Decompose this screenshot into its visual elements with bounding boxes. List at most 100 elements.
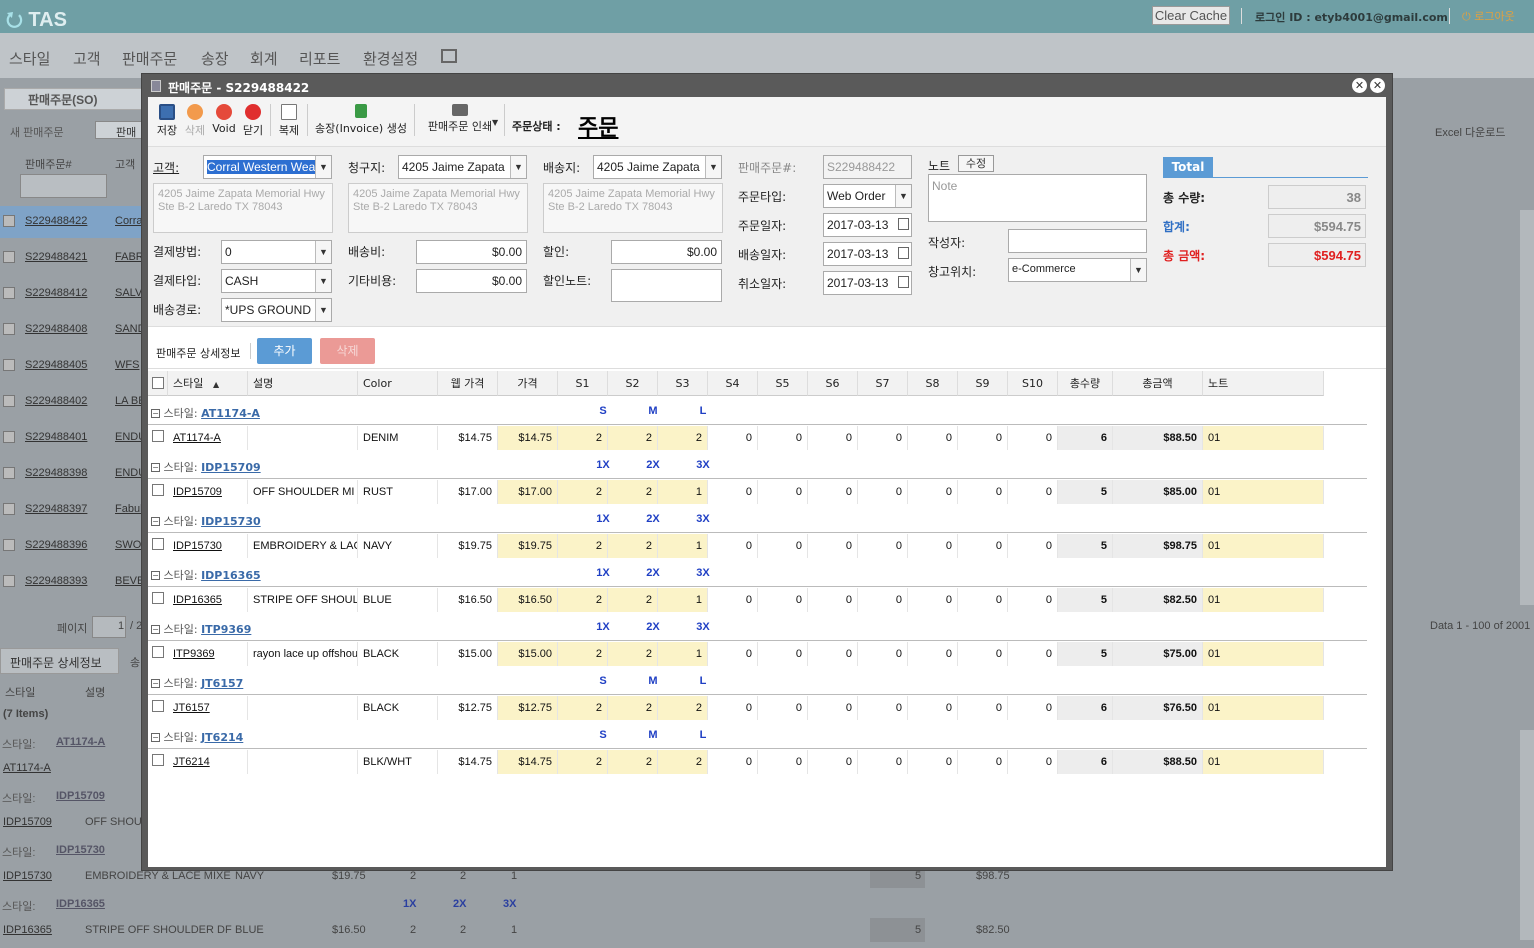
bg-row-style[interactable]: IDP15730: [3, 870, 52, 882]
ship-date-input[interactable]: 2017-03-13: [823, 242, 912, 266]
cell-style[interactable]: IDP16365: [168, 588, 248, 612]
bg-detail-tab[interactable]: 판매주문 상세정보: [10, 654, 102, 671]
logout-link[interactable]: ⏻ 로그아웃: [1462, 8, 1515, 24]
bg-row-style[interactable]: IDP15709: [3, 816, 52, 828]
bg-scrollbar[interactable]: [1520, 210, 1534, 605]
bg-so-link[interactable]: S229488401: [25, 431, 87, 443]
col-header-11[interactable]: S6: [808, 371, 858, 396]
group-style-link[interactable]: IDP16365: [201, 569, 261, 582]
clear-cache-button[interactable]: Clear Cache: [1152, 6, 1230, 25]
group-style-link[interactable]: AT1174-A: [201, 407, 260, 420]
bg-row-checkbox[interactable]: [3, 287, 15, 299]
col-header-12[interactable]: S7: [858, 371, 908, 396]
col-header-14[interactable]: S9: [958, 371, 1008, 396]
bg-row-checkbox[interactable]: [3, 359, 15, 371]
bg-cust-link[interactable]: WFS: [115, 359, 139, 371]
menu-3[interactable]: 판매주문: [122, 48, 177, 69]
save-button[interactable]: 저장: [155, 104, 179, 138]
writer-input[interactable]: [1008, 229, 1147, 253]
bg-group-code[interactable]: AT1174-A: [56, 736, 105, 748]
minimize-icon[interactable]: ✕: [1352, 78, 1367, 93]
bg-row-checkbox[interactable]: [3, 467, 15, 479]
col-header-3[interactable]: Color: [358, 371, 438, 396]
bg-cust-link[interactable]: SALV: [115, 287, 142, 299]
bg-row-checkbox[interactable]: [3, 503, 15, 515]
payment-type-select[interactable]: CASH ▼: [221, 269, 332, 293]
col-header-10[interactable]: S5: [758, 371, 808, 396]
monitor-icon[interactable]: [441, 49, 457, 63]
bg-so-link[interactable]: S229488402: [25, 395, 87, 407]
cell-style[interactable]: IDP15730: [168, 534, 248, 558]
calendar-icon[interactable]: [898, 247, 909, 259]
col-header-7[interactable]: S2: [608, 371, 658, 396]
bg-cust-link[interactable]: Corra: [115, 215, 143, 227]
col-header-8[interactable]: S3: [658, 371, 708, 396]
cell-style[interactable]: JT6157: [168, 696, 248, 720]
menu-4[interactable]: 송장: [201, 48, 229, 69]
bg-col-cust[interactable]: 고객: [115, 156, 135, 172]
bg-cust-link[interactable]: Fabul: [115, 503, 143, 515]
create-invoice-button[interactable]: 송장(Invoice) 생성: [313, 104, 409, 136]
bg-so-link[interactable]: S229488397: [25, 503, 87, 515]
row-checkbox[interactable]: [152, 700, 164, 712]
group-style-link[interactable]: IDP15730: [201, 515, 261, 528]
row-checkbox[interactable]: [152, 538, 164, 550]
collapse-icon[interactable]: −: [151, 409, 160, 418]
calendar-icon[interactable]: [898, 218, 909, 230]
bg-row-checkbox[interactable]: [3, 431, 15, 443]
cell-style[interactable]: IDP15709: [168, 480, 248, 504]
close-icon[interactable]: ✕: [1370, 78, 1385, 93]
calendar-icon[interactable]: [898, 276, 909, 288]
col-header-4[interactable]: 웹 가격: [438, 371, 498, 396]
bg-cust-link[interactable]: BEVE: [115, 575, 144, 587]
delete-button[interactable]: 삭제: [183, 104, 207, 138]
ship-via-select[interactable]: *UPS GROUND ▼: [221, 298, 332, 322]
collapse-icon[interactable]: −: [151, 571, 160, 580]
bg-so-link[interactable]: S229488405: [25, 359, 87, 371]
col-header-18[interactable]: 노트: [1203, 371, 1324, 396]
col-header-15[interactable]: S10: [1008, 371, 1058, 396]
col-header-2[interactable]: 설명: [248, 371, 358, 396]
bg-so-link[interactable]: S229488421: [25, 251, 87, 263]
note-textarea[interactable]: Note: [928, 174, 1147, 222]
bg-row-checkbox[interactable]: [3, 395, 15, 407]
bg-row-checkbox[interactable]: [3, 575, 15, 587]
cell-style[interactable]: ITP9369: [168, 642, 248, 666]
bg-cust-link[interactable]: FABR: [115, 251, 144, 263]
menu-2[interactable]: 고객: [73, 48, 101, 69]
bg-group-code[interactable]: IDP15709: [56, 790, 105, 802]
bg-row-style[interactable]: IDP16365: [3, 924, 52, 936]
add-line-button[interactable]: 추가: [257, 338, 312, 364]
row-checkbox[interactable]: [152, 484, 164, 496]
menu-7[interactable]: 환경설정: [363, 48, 418, 69]
col-header-16[interactable]: 총수량: [1058, 371, 1113, 396]
row-checkbox[interactable]: [152, 646, 164, 658]
bg-so-link[interactable]: S229488412: [25, 287, 87, 299]
menu-5[interactable]: 회계: [250, 48, 278, 69]
bg-tab2[interactable]: 판매: [116, 124, 136, 140]
bg-row-style[interactable]: AT1174-A: [3, 762, 51, 774]
bg-so-link[interactable]: S229488422: [25, 215, 87, 227]
delete-line-button[interactable]: 삭제: [320, 338, 375, 364]
cell-style[interactable]: AT1174-A: [168, 426, 248, 450]
col-header-5[interactable]: 가격: [498, 371, 558, 396]
group-style-link[interactable]: IDP15709: [201, 461, 261, 474]
col-header-6[interactable]: S1: [558, 371, 608, 396]
warehouse-select[interactable]: e-Commerce ▼: [1008, 258, 1147, 282]
group-style-link[interactable]: JT6214: [201, 731, 243, 744]
bg-filter-input[interactable]: [20, 174, 107, 198]
bg-col-style[interactable]: 스타일: [5, 684, 35, 700]
bg-row-checkbox[interactable]: [3, 251, 15, 263]
payment-term-select[interactable]: 0 ▼: [221, 240, 332, 264]
customer-select[interactable]: Corral Western Wear ▼: [203, 155, 332, 179]
collapse-icon[interactable]: −: [151, 733, 160, 742]
bg-excel-download[interactable]: Excel 다운로드: [1435, 124, 1505, 140]
bg-so-link[interactable]: S229488393: [25, 575, 87, 587]
row-checkbox[interactable]: [152, 592, 164, 604]
col-header-13[interactable]: S8: [908, 371, 958, 396]
bill-to-select[interactable]: 4205 Jaime Zapata ▼: [398, 155, 527, 179]
select-all-checkbox[interactable]: [152, 377, 164, 389]
collapse-icon[interactable]: −: [151, 463, 160, 472]
cancel-date-input[interactable]: 2017-03-13: [823, 271, 912, 295]
collapse-icon[interactable]: −: [151, 517, 160, 526]
